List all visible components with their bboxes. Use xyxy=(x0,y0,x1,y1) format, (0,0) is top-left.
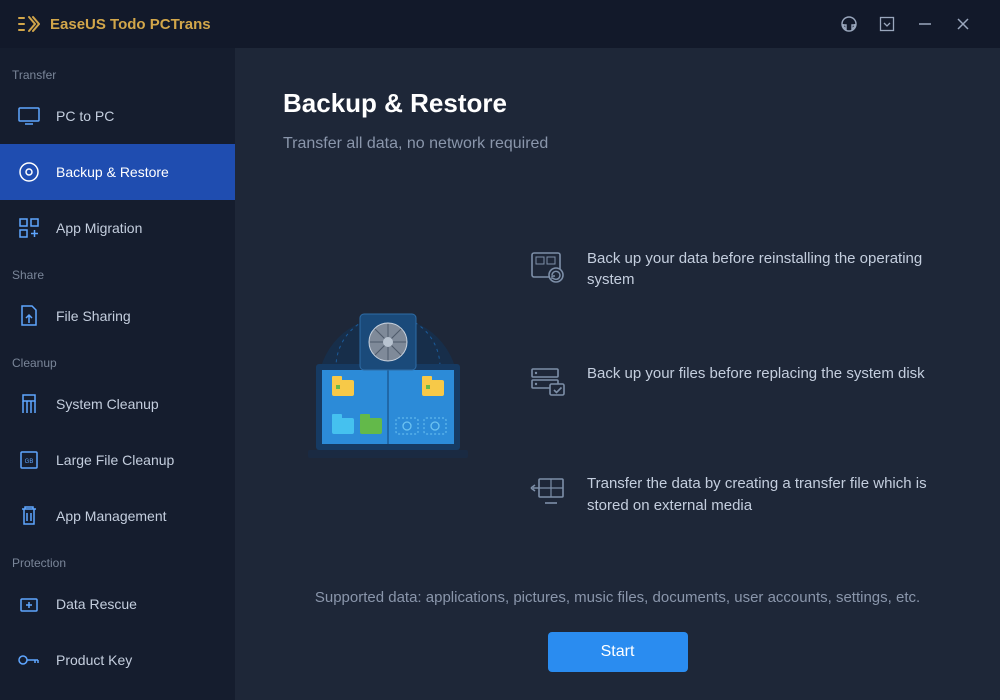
sidebar-item-label: System Cleanup xyxy=(56,396,159,412)
large-file-icon: GB xyxy=(18,449,40,471)
sidebar-item-label: Product Key xyxy=(56,652,132,668)
sidebar-section-protection: Protection xyxy=(0,544,235,576)
sidebar-item-label: App Migration xyxy=(56,220,142,236)
supported-data-text: Supported data: applications, pictures, … xyxy=(283,589,952,606)
trash-icon xyxy=(18,505,40,527)
sidebar-item-label: Large File Cleanup xyxy=(56,452,174,468)
menu-dropdown-icon[interactable] xyxy=(868,8,906,40)
sidebar-item-label: Data Rescue xyxy=(56,596,137,612)
file-share-icon xyxy=(18,305,40,327)
rescue-icon xyxy=(18,593,40,615)
start-button[interactable]: Start xyxy=(548,632,688,672)
logo: EaseUS Todo PCTrans xyxy=(18,15,211,33)
feature-text: Transfer the data by creating a transfer… xyxy=(587,473,942,517)
sidebar-item-label: App Management xyxy=(56,508,167,524)
sidebar-item-data-rescue[interactable]: Data Rescue xyxy=(0,576,235,632)
transfer-file-icon xyxy=(529,473,567,511)
main-panel: Backup & Restore Transfer all data, no n… xyxy=(235,48,1000,700)
sidebar-item-product-key[interactable]: Product Key xyxy=(0,632,235,688)
sidebar-item-app-management[interactable]: App Management xyxy=(0,488,235,544)
apps-icon xyxy=(18,217,40,239)
svg-text:GB: GB xyxy=(25,459,34,465)
sidebar-section-cleanup: Cleanup xyxy=(0,344,235,376)
disc-icon xyxy=(18,161,40,183)
logo-icon xyxy=(18,15,40,33)
feature-item: Back up your files before replacing the … xyxy=(529,363,942,401)
sidebar-item-file-sharing[interactable]: File Sharing xyxy=(0,288,235,344)
key-icon xyxy=(18,649,40,671)
titlebar: EaseUS Todo PCTrans xyxy=(0,0,1000,48)
feature-list: Back up your data before reinstalling th… xyxy=(529,248,952,517)
sidebar-item-system-cleanup[interactable]: System Cleanup xyxy=(0,376,235,432)
pc-icon xyxy=(18,105,40,127)
os-backup-icon xyxy=(529,248,567,286)
close-button[interactable] xyxy=(944,8,982,40)
app-title: EaseUS Todo PCTrans xyxy=(50,16,211,33)
support-icon[interactable] xyxy=(830,8,868,40)
sidebar-section-transfer: Transfer xyxy=(0,56,235,88)
sidebar-item-app-migration[interactable]: App Migration xyxy=(0,200,235,256)
feature-item: Transfer the data by creating a transfer… xyxy=(529,473,942,517)
sidebar-item-pc-to-pc[interactable]: PC to PC xyxy=(0,88,235,144)
feature-text: Back up your data before reinstalling th… xyxy=(587,248,942,292)
page-subtitle: Transfer all data, no network required xyxy=(283,135,952,153)
sidebar-item-label: PC to PC xyxy=(56,108,114,124)
feature-item: Back up your data before reinstalling th… xyxy=(529,248,942,292)
sidebar-section-share: Share xyxy=(0,256,235,288)
page-title: Backup & Restore xyxy=(283,88,952,119)
feature-text: Back up your files before replacing the … xyxy=(587,363,925,385)
broom-icon xyxy=(18,393,40,415)
sidebar-item-label: Backup & Restore xyxy=(56,164,169,180)
minimize-button[interactable] xyxy=(906,8,944,40)
sidebar-item-large-file-cleanup[interactable]: GB Large File Cleanup xyxy=(0,432,235,488)
sidebar: Transfer PC to PC Backup & Restore App M… xyxy=(0,48,235,700)
illustration xyxy=(283,292,493,472)
disk-backup-icon xyxy=(529,363,567,401)
sidebar-item-label: File Sharing xyxy=(56,308,131,324)
sidebar-item-backup-restore[interactable]: Backup & Restore xyxy=(0,144,235,200)
